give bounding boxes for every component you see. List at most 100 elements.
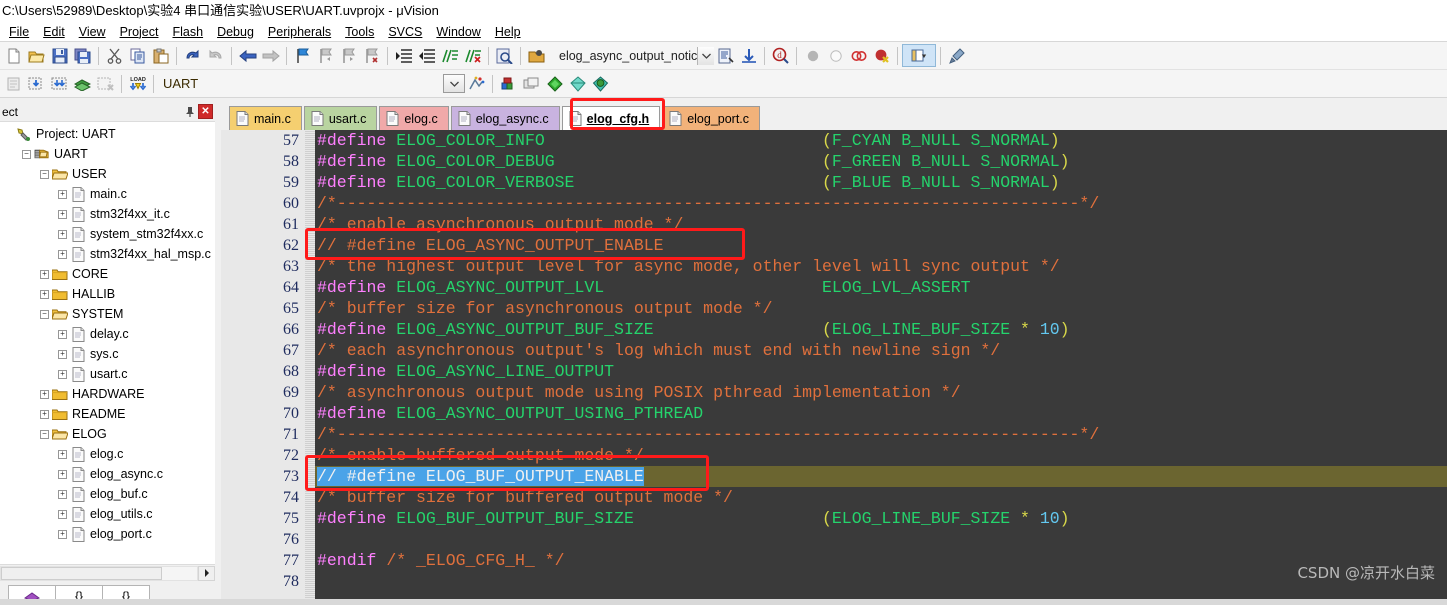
code-line[interactable] [315,529,1447,550]
editor-tab-elog-c[interactable]: elog.c [379,106,449,130]
tree-item-stm32f4xx-hal-msp-c[interactable]: + stm32f4xx_hal_msp.c [0,244,215,264]
chevron-down-icon[interactable] [697,46,715,65]
scrollbar-track[interactable] [0,565,198,581]
pack-installer-icon[interactable] [520,72,543,95]
insert-file-icon[interactable] [714,44,737,67]
cut-icon[interactable] [103,44,126,67]
undo-icon[interactable] [181,44,204,67]
outdent-icon[interactable] [415,44,438,67]
tree-expand-icon[interactable]: + [58,449,67,459]
code-line[interactable]: /*--------------------------------------… [315,424,1447,445]
tree-item-uart[interactable]: − UART [0,144,215,164]
build-icon[interactable] [25,72,48,95]
menu-help[interactable]: Help [488,24,528,40]
editor-tab-elog-cfg-h[interactable]: elog_cfg.h [561,106,661,130]
navigate-back-icon[interactable] [236,44,259,67]
scroll-right-button[interactable] [198,565,215,581]
code-line[interactable]: #define ELOG_COLOR_INFO (F_CYAN B_NULL S… [315,130,1447,151]
manage-project-items-icon[interactable] [497,72,520,95]
code-line[interactable]: #define ELOG_COLOR_DEBUG (F_GREEN B_NULL… [315,151,1447,172]
code-line[interactable]: #define ELOG_ASYNC_OUTPUT_BUF_SIZE (ELOG… [315,319,1447,340]
tree-collapse-icon[interactable]: − [40,309,49,319]
menu-flash[interactable]: Flash [165,24,210,40]
save-all-icon[interactable] [71,44,94,67]
tree-expand-icon[interactable]: + [58,529,67,539]
tree-item-elog-utils-c[interactable]: + elog_utils.c [0,504,215,524]
tree-expand-icon[interactable]: + [58,469,67,479]
manage-runtime-env-icon[interactable] [543,72,566,95]
tree-item-elog-port-c[interactable]: + elog_port.c [0,524,215,544]
tree-expand-icon[interactable]: + [58,229,67,239]
tree-expand-icon[interactable]: + [58,489,67,499]
tree-item-user[interactable]: − USER [0,164,215,184]
tree-item-sys-c[interactable]: + sys.c [0,344,215,364]
code-line[interactable]: /* enable asynchronous output mode */ [315,214,1447,235]
tree-expand-icon[interactable]: + [40,289,49,299]
menu-svcs[interactable]: SVCS [381,24,429,40]
tree-expand-icon[interactable]: + [58,189,67,199]
target-combo[interactable]: UART [158,74,278,94]
find-icon[interactable]: d [769,44,792,67]
menu-view[interactable]: View [72,24,113,40]
tree-collapse-icon[interactable]: − [40,429,49,439]
tree-item-elog-buf-c[interactable]: + elog_buf.c [0,484,215,504]
paste-icon[interactable] [149,44,172,67]
stop-build-icon[interactable] [94,72,117,95]
code-line[interactable]: #define ELOG_ASYNC_OUTPUT_USING_PTHREAD [315,403,1447,424]
code-line[interactable]: /* the highest output level for async mo… [315,256,1447,277]
scrollbar-thumb[interactable] [1,566,162,580]
navigate-forward-icon[interactable] [259,44,282,67]
copy-icon[interactable] [126,44,149,67]
menu-debug[interactable]: Debug [210,24,261,40]
code-line[interactable]: /* enable buffered output mode */ [315,445,1447,466]
menu-window[interactable]: Window [429,24,487,40]
configuration-wizard-icon[interactable] [945,44,968,67]
open-file-icon[interactable] [25,44,48,67]
code-line[interactable]: #define ELOG_COLOR_VERBOSE (F_BLUE B_NUL… [315,172,1447,193]
tree-item-elog-c[interactable]: + elog.c [0,444,215,464]
tree-item-main-c[interactable]: + main.c [0,184,215,204]
tree-collapse-icon[interactable]: − [40,169,49,179]
select-software-packs-icon[interactable] [566,72,589,95]
tree-expand-icon[interactable]: + [58,329,67,339]
menu-tools[interactable]: Tools [338,24,381,40]
breakpoint-icon[interactable] [801,44,824,67]
code-line[interactable]: // #define ELOG_ASYNC_OUTPUT_ENABLE [315,235,1447,256]
tree-item-system[interactable]: − SYSTEM [0,304,215,324]
tree-expand-icon[interactable]: + [58,249,67,259]
menu-edit[interactable]: Edit [36,24,72,40]
bookmark-toggle-icon[interactable] [291,44,314,67]
code-line[interactable]: /* each asynchronous output's log which … [315,340,1447,361]
tree-expand-icon[interactable]: + [58,509,67,519]
code-text[interactable]: #define ELOG_COLOR_INFO (F_CYAN B_NULL S… [315,130,1447,605]
tree-item-system-stm32f4xx-c[interactable]: + system_stm32f4xx.c [0,224,215,244]
enable-breakpoints-icon[interactable] [870,44,893,67]
menu-project[interactable]: Project [113,24,166,40]
menu-peripherals[interactable]: Peripherals [261,24,338,40]
rebuild-icon[interactable] [48,72,71,95]
find-in-files-icon[interactable] [493,44,516,67]
code-line[interactable]: #define ELOG_BUF_OUTPUT_BUF_SIZE (ELOG_L… [315,508,1447,529]
tree-item-hardware[interactable]: + HARDWARE [0,384,215,404]
tree-item-project-uart[interactable]: Project: UART [0,124,215,144]
disabled-breakpoint-icon[interactable] [824,44,847,67]
find-combo[interactable]: elog_async_output_notic [554,46,715,66]
code-line[interactable]: #endif /* _ELOG_CFG_H_ */ [315,550,1447,571]
window-layout-icon[interactable] [902,44,937,67]
tree-item-core[interactable]: + CORE [0,264,215,284]
uncomment-icon[interactable] [461,44,484,67]
tree-item-delay-c[interactable]: + delay.c [0,324,215,344]
code-line[interactable] [315,571,1447,592]
batch-build-icon[interactable] [71,72,94,95]
tree-item-elog[interactable]: − ELOG [0,424,215,444]
new-file-icon[interactable] [2,44,25,67]
code-line[interactable]: #define ELOG_ASYNC_LINE_OUTPUT [315,361,1447,382]
target-options-icon[interactable] [465,72,488,95]
editor-tab-elog-async-c[interactable]: elog_async.c [450,106,560,130]
packs-globe-icon[interactable] [589,72,612,95]
download-icon[interactable]: LOAD [126,72,149,95]
fold-margin[interactable] [305,130,315,605]
code-line[interactable]: #define ELOG_ASYNC_OUTPUT_LVL ELOG_LVL_A… [315,277,1447,298]
pin-icon[interactable] [182,104,198,120]
tree-expand-icon[interactable]: + [58,209,67,219]
